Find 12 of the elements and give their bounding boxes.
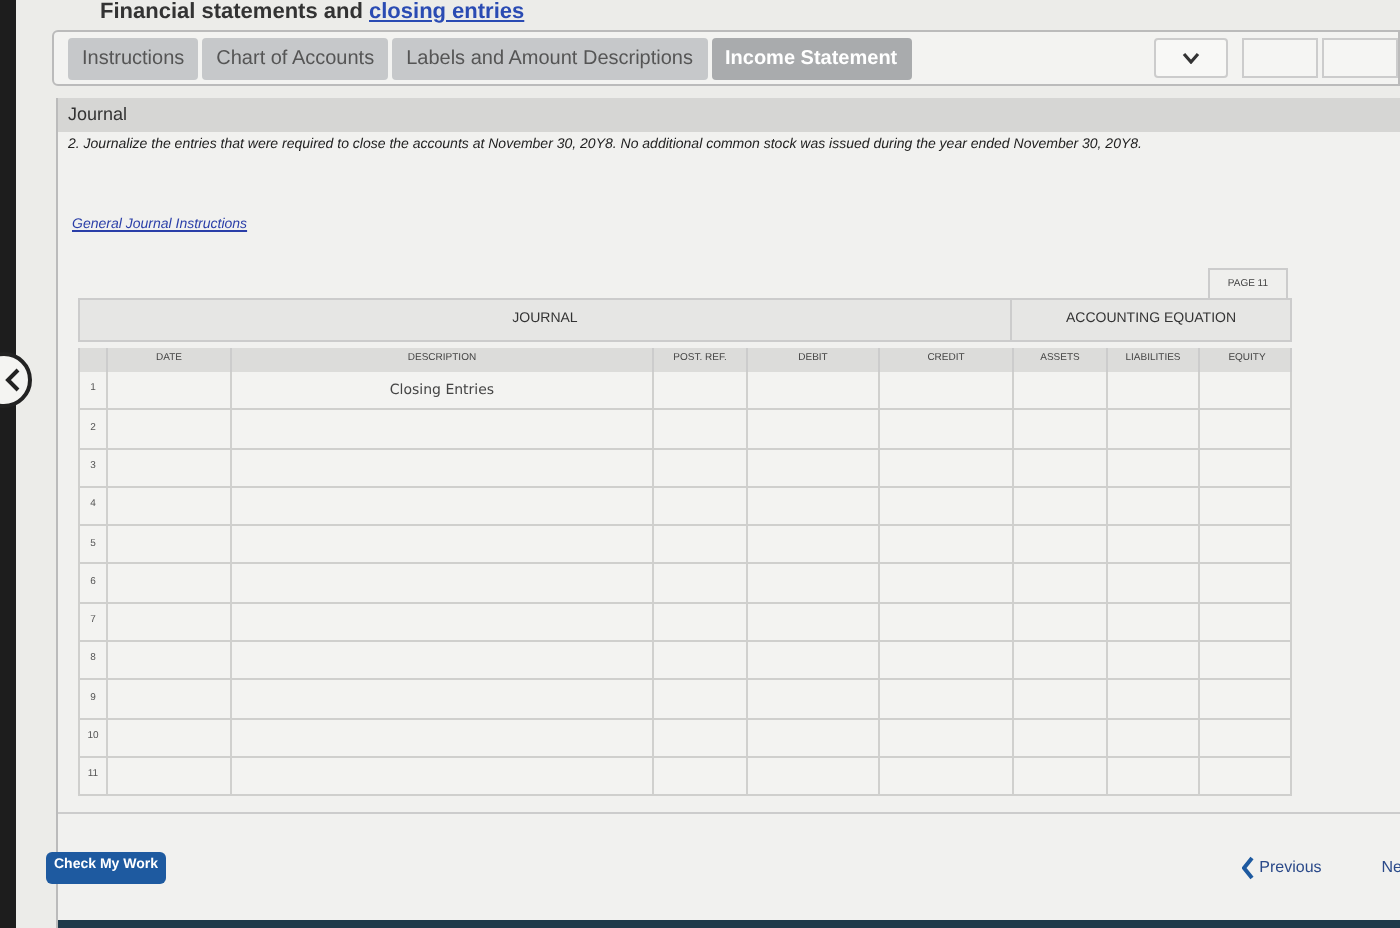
assignment-title: Financial statements and: [100, 0, 363, 24]
previous-button[interactable]: Previous: [1241, 855, 1322, 880]
tab-slot: [1242, 38, 1318, 78]
tab[interactable]: Labels and Amount Descriptions: [392, 37, 707, 79]
chevron-down-icon: [1182, 52, 1200, 64]
panel-header: Journal: [58, 98, 1400, 132]
chevron-left-icon: [1241, 855, 1254, 880]
dropdown-button[interactable]: [1154, 38, 1228, 78]
tab[interactable]: Instructions: [68, 37, 199, 79]
tab[interactable]: Chart of Accounts: [202, 37, 389, 79]
assignment-link[interactable]: closing entries: [369, 0, 525, 24]
chevron-left-icon: [4, 368, 20, 392]
